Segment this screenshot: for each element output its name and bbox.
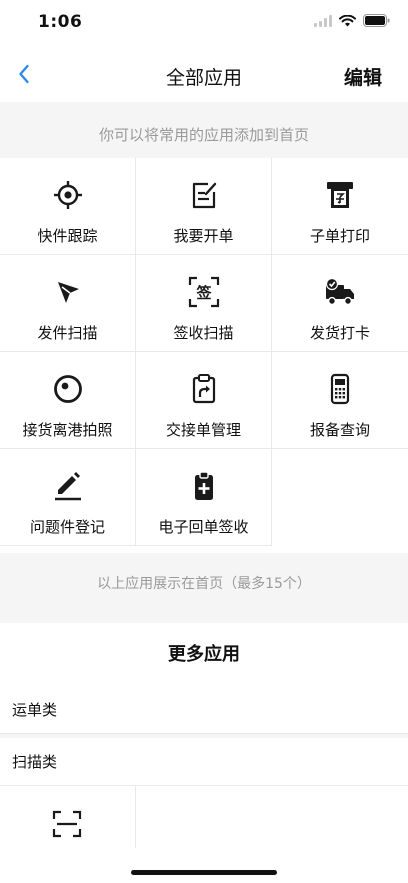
status-time: 1:06 xyxy=(38,12,83,32)
category-scan[interactable]: 扫描类 xyxy=(0,738,408,786)
category-waybill[interactable]: 运单类 xyxy=(0,686,408,734)
battery-icon xyxy=(363,14,390,27)
app-grid-empty-cell xyxy=(272,449,408,546)
camera-lens-icon xyxy=(52,373,84,405)
app-item-print-sub-order[interactable]: 子单打印 xyxy=(272,158,408,255)
printer-icon xyxy=(324,179,356,211)
app-label: 子单打印 xyxy=(309,227,370,245)
sign-scan-icon: 签 xyxy=(188,276,220,308)
edit-order-icon xyxy=(188,179,220,211)
app-label: 签收扫描 xyxy=(173,324,234,342)
app-item-problem-registration[interactable]: 问题件登记 xyxy=(0,449,136,546)
app-item-send-scan[interactable]: 发件扫描 xyxy=(0,255,136,352)
home-limit-hint: 以上应用展示在首页（最多15个） xyxy=(0,553,408,623)
edit-button[interactable]: 编辑 xyxy=(344,63,382,90)
clipboard-plus-icon xyxy=(188,470,220,502)
app-label: 快件跟踪 xyxy=(37,227,98,245)
crosshair-icon xyxy=(52,179,84,211)
app-item-handover-management[interactable]: 交接单管理 xyxy=(136,352,272,449)
app-item-e-receipt-sign[interactable]: 电子回单签收 xyxy=(136,449,272,546)
app-item-delivery-check-in[interactable]: 发货打卡 xyxy=(272,255,408,352)
more-apps-title: 更多应用 xyxy=(168,644,240,665)
add-to-home-hint: 你可以将常用的应用添加到首页 xyxy=(0,102,408,158)
handheld-device-icon xyxy=(324,373,356,405)
signal-icon xyxy=(314,14,332,27)
app-item-pickup-photo[interactable]: 接货离港拍照 xyxy=(0,352,136,449)
app-item-create-order[interactable]: 我要开单 xyxy=(136,158,272,255)
app-label: 发货打卡 xyxy=(309,324,370,342)
app-label: 问题件登记 xyxy=(29,518,105,536)
scan-frame-icon xyxy=(52,810,82,838)
app-label: 我要开单 xyxy=(173,227,234,245)
cursor-arrow-icon xyxy=(52,276,84,308)
app-label: 交接单管理 xyxy=(165,421,241,439)
wifi-icon xyxy=(339,14,356,26)
nav-bar: 全部应用 编辑 xyxy=(0,50,408,100)
app-label: 发件扫描 xyxy=(37,324,98,342)
app-item-tracking[interactable]: 快件跟踪 xyxy=(0,158,136,255)
app-label: 电子回单签收 xyxy=(158,518,249,536)
status-bar: 1:06 xyxy=(0,0,408,44)
delivery-truck-icon xyxy=(324,276,356,308)
app-item-sign-scan[interactable]: 签 签收扫描 xyxy=(136,255,272,352)
home-indicator[interactable] xyxy=(131,870,277,875)
app-item-report-query[interactable]: 报备查询 xyxy=(272,352,408,449)
app-item-scan[interactable] xyxy=(0,786,136,848)
status-icons xyxy=(314,14,390,27)
app-label: 接货离港拍照 xyxy=(22,421,113,439)
pen-icon xyxy=(52,470,84,502)
clipboard-share-icon xyxy=(188,373,220,405)
svg-text:签: 签 xyxy=(195,284,212,302)
app-grid: 快件跟踪 我要开单 子单打印 发件扫描 签 签收扫描 发货打卡 接货离港拍照 交… xyxy=(0,158,408,546)
app-label: 报备查询 xyxy=(309,421,370,439)
